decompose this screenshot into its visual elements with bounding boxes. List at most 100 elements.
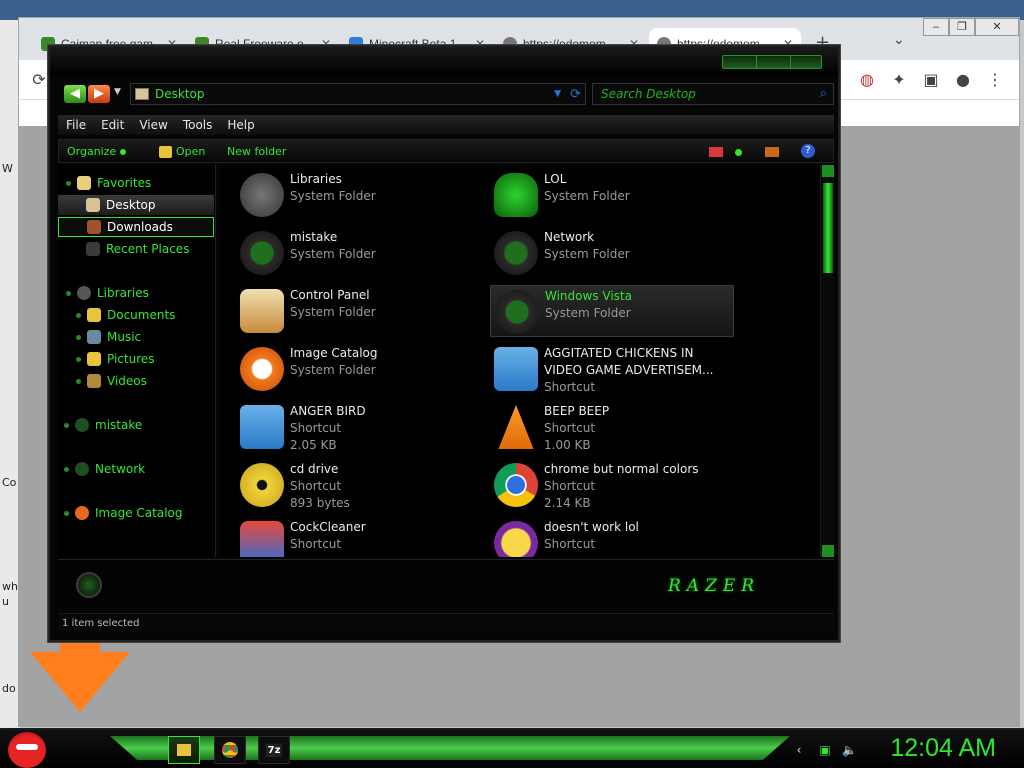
taskbar-7zip-button[interactable]: 7z [258,736,290,764]
sidebar-item-network[interactable]: Network [58,459,214,479]
file-item[interactable]: Libraries System Folder [236,169,480,221]
search-icon[interactable]: ⌕ [820,84,827,104]
sidebar-item-mistake[interactable]: mistake [58,415,214,435]
status-bar: 1 item selected [58,613,834,633]
file-item[interactable]: Windows Vista System Folder [490,285,734,337]
organize-dropdown-icon [120,148,127,155]
recent-pages-icon[interactable]: ▼ [114,87,121,97]
menu-edit[interactable]: Edit [93,115,131,135]
menu-dots-icon[interactable]: ⋮ [985,70,1005,90]
explorer-icon [177,744,191,756]
close-window-button[interactable]: ✕ [975,18,1019,36]
menu-file[interactable]: File [58,115,93,135]
taskbar-explorer-button[interactable] [168,736,200,764]
sidepanel-icon[interactable]: ▣ [921,70,941,90]
file-item-name: Windows Vista [545,289,632,303]
view-dropdown-icon[interactable] [735,149,742,156]
extension-icon[interactable]: ◍ [857,70,877,90]
file-item[interactable]: LOL System Folder [490,169,734,221]
file-item[interactable]: doesn't work lol Shortcut [490,517,734,557]
menu-bar: File Edit View Tools Help [58,115,834,135]
address-text: Desktop [155,87,205,101]
sidebar-item-recent-places[interactable]: Recent Places [58,239,214,259]
menu-help[interactable]: Help [219,115,261,135]
refresh-icon[interactable]: ⟳ [570,87,581,102]
sidebar-label: Pictures [107,352,155,366]
menu-view[interactable]: View [131,115,174,135]
file-item-type: System Folder [290,363,376,377]
file-item-type: System Folder [545,306,631,320]
organize-button[interactable]: Organize [67,145,127,158]
expand-icon [76,334,81,340]
minimize-button[interactable]: ‒ [923,18,949,36]
help-icon[interactable]: ? [801,144,815,158]
file-item-text: doesn't work lol Shortcut [544,519,734,553]
lol-user-icon [494,173,538,217]
file-item[interactable]: Control Panel System Folder [236,285,480,337]
tab-list-icon[interactable]: ⌄ [893,32,905,48]
vertical-scrollbar[interactable] [820,165,834,557]
sidebar-item-favorites[interactable]: Favorites [58,173,214,193]
address-bar[interactable]: Desktop ▼ ⟳ [130,83,586,105]
sidebar-item-pictures[interactable]: Pictures [58,349,214,369]
profile-icon[interactable]: ● [953,70,973,90]
menu-tools[interactable]: Tools [175,115,220,135]
open-button[interactable]: Open [159,145,205,158]
orange-down-arrow-icon [30,652,130,712]
file-item[interactable]: BEEP BEEP Shortcut 1.00 KB [490,401,734,453]
sidebar-item-music[interactable]: Music [58,327,214,347]
sidebar-item-documents[interactable]: Documents [58,305,214,325]
file-item[interactable]: Image Catalog System Folder [236,343,480,395]
file-item-size: 893 bytes [290,496,350,510]
sidebar-item-downloads[interactable]: Downloads [58,217,214,237]
file-item-type: System Folder [544,247,630,261]
scrollbar-thumb[interactable] [823,183,833,273]
network-tray-icon[interactable]: ▣ [818,743,832,757]
taskbar-chrome-button[interactable] [214,736,246,764]
start-button-angry-bird-icon[interactable] [8,732,46,768]
show-hidden-icons-icon[interactable]: ‹ [792,743,806,757]
network-icon [75,462,89,476]
open-icon [159,145,172,158]
window-controls[interactable] [722,55,822,69]
sidebar-item-libraries[interactable]: Libraries [58,283,214,303]
file-item[interactable]: chrome but normal colors Shortcut 2.14 KB [490,459,734,511]
expand-icon [66,290,71,296]
desktop-edge-label: u [2,595,9,608]
file-item[interactable]: cd drive Shortcut 893 bytes [236,459,480,511]
back-arrow-icon[interactable]: ◀ [64,85,86,103]
volume-icon[interactable]: 🔈 [842,743,857,757]
file-item-type: Shortcut [544,380,596,394]
sidebar-label: Videos [107,374,147,388]
preview-pane-icon[interactable] [765,147,779,157]
address-dropdown-icon[interactable]: ▼ [554,89,561,99]
file-item[interactable]: mistake System Folder [236,227,480,279]
reload-icon[interactable]: ⟳ [29,70,49,90]
scroll-down-icon[interactable] [822,545,834,557]
sidebar-label: Desktop [106,198,156,212]
taskbar-clock[interactable]: 12:04 AM [890,734,996,763]
file-item[interactable]: ANGER BIRD Shortcut 2.05 KB [236,401,480,453]
sidebar-item-videos[interactable]: Videos [58,371,214,391]
vlc-cone-icon [498,405,534,449]
videos-icon [87,374,101,388]
ccleaner-icon [240,521,284,557]
file-item-type: System Folder [544,189,630,203]
sidebar-item-desktop[interactable]: Desktop [58,195,214,215]
file-item[interactable]: CockCleaner Shortcut [236,517,480,557]
maximize-button[interactable]: ❐ [949,18,975,36]
file-item[interactable]: Network System Folder [490,227,734,279]
search-input[interactable]: Search Desktop ⌕ [592,83,834,105]
desktop-edge-label: Co [2,476,17,489]
view-options-icon[interactable] [709,147,723,157]
file-item-text: Control Panel System Folder [290,287,480,321]
forward-arrow-icon[interactable]: ▶ [88,85,110,103]
file-item-type: Shortcut [544,479,596,493]
image-catalog-icon [240,347,284,391]
new-folder-button[interactable]: New folder [227,145,286,158]
sidebar-item-image-catalog[interactable]: Image Catalog [58,503,214,523]
scroll-up-icon[interactable] [822,165,834,177]
file-item[interactable]: AGGITATED CHICKENS IN VIDEO GAME ADVERTI… [490,343,734,395]
open-label: Open [176,145,206,158]
puzzle-icon[interactable]: ✦ [889,70,909,90]
